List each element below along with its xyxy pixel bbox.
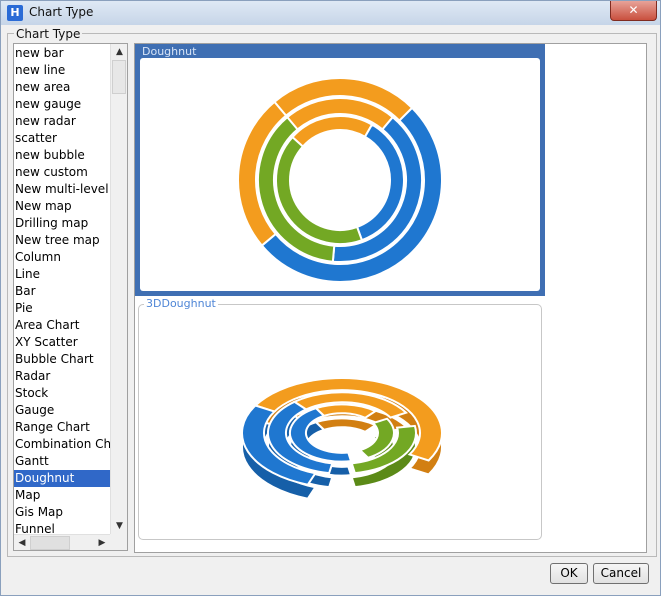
scroll-left-icon[interactable]: ◀ [14,535,30,550]
3d-doughnut-preview-image [241,377,443,500]
3d-doughnut-preview-label: 3DDoughnut [144,297,218,310]
list-item-map[interactable]: Map [14,487,111,504]
scroll-down-icon[interactable]: ▼ [111,518,127,534]
list-item-doughnut[interactable]: Doughnut [14,470,111,487]
list-item-new-line[interactable]: new line [14,62,111,79]
list-item-xy-scatter[interactable]: XY Scatter [14,334,111,351]
list-item-new-custom[interactable]: new custom [14,164,111,181]
doughnut-preview-label: Doughnut [142,45,197,58]
list-item-bar[interactable]: Bar [14,283,111,300]
list-item-new-gauge[interactable]: new gauge [14,96,111,113]
preview-area: Doughnut 3DDoughnut [134,43,647,553]
list-item-bubble-chart[interactable]: Bubble Chart [14,351,111,368]
horizontal-scroll-thumb[interactable] [30,536,70,550]
list-item-radar[interactable]: Radar [14,368,111,385]
chart-type-dialog: H Chart Type ✕ Chart Type new bar new lin… [0,0,661,596]
list-item-gauge[interactable]: Gauge [14,402,111,419]
list-item-area-chart[interactable]: Area Chart [14,317,111,334]
list-item-pie[interactable]: Pie [14,300,111,317]
list-item-gis-map[interactable]: Gis Map [14,504,111,521]
doughnut-preview-canvas [140,58,540,291]
list-item-combination-char[interactable]: Combination Char [14,436,111,453]
chart-type-list[interactable]: new bar new line new area new gauge new rada… [13,43,128,551]
list-item-drilling-map[interactable]: Drilling map [14,215,111,232]
doughnut-preview-card[interactable]: Doughnut [135,44,545,296]
scroll-up-icon[interactable]: ▲ [111,44,127,60]
close-button[interactable]: ✕ [610,1,657,21]
3d-doughnut-preview-card[interactable] [138,304,542,540]
vertical-scroll-thumb[interactable] [112,60,126,94]
list-item-scatter[interactable]: scatter [14,130,111,147]
list-item-new-map[interactable]: New map [14,198,111,215]
title-bar: H Chart Type ✕ [1,1,660,25]
list-item-range-chart[interactable]: Range Chart [14,419,111,436]
horizontal-scrollbar[interactable]: ◀ ▶ [14,534,110,550]
app-logo-icon: H [7,5,23,21]
list-item-new-bubble[interactable]: new bubble [14,147,111,164]
list-item-new-bar[interactable]: new bar [14,45,111,62]
list-item-new-multi-level-p[interactable]: New multi-level p [14,181,111,198]
window-title: Chart Type [29,5,94,19]
cancel-button[interactable]: Cancel [593,563,649,584]
list-item-gantt[interactable]: Gantt [14,453,111,470]
list-item-line[interactable]: Line [14,266,111,283]
group-label: Chart Type [14,27,83,41]
list-item-stock[interactable]: Stock [14,385,111,402]
list-item-new-radar[interactable]: new radar [14,113,111,130]
ok-button[interactable]: OK [550,563,588,584]
doughnut-preview-image [237,77,443,283]
list-item-new-area[interactable]: new area [14,79,111,96]
list-item-column[interactable]: Column [14,249,111,266]
scroll-corner [110,534,127,550]
scroll-right-icon[interactable]: ▶ [94,535,110,550]
vertical-scrollbar[interactable]: ▲ ▼ [110,44,127,534]
list-item-new-tree-map[interactable]: New tree map [14,232,111,249]
